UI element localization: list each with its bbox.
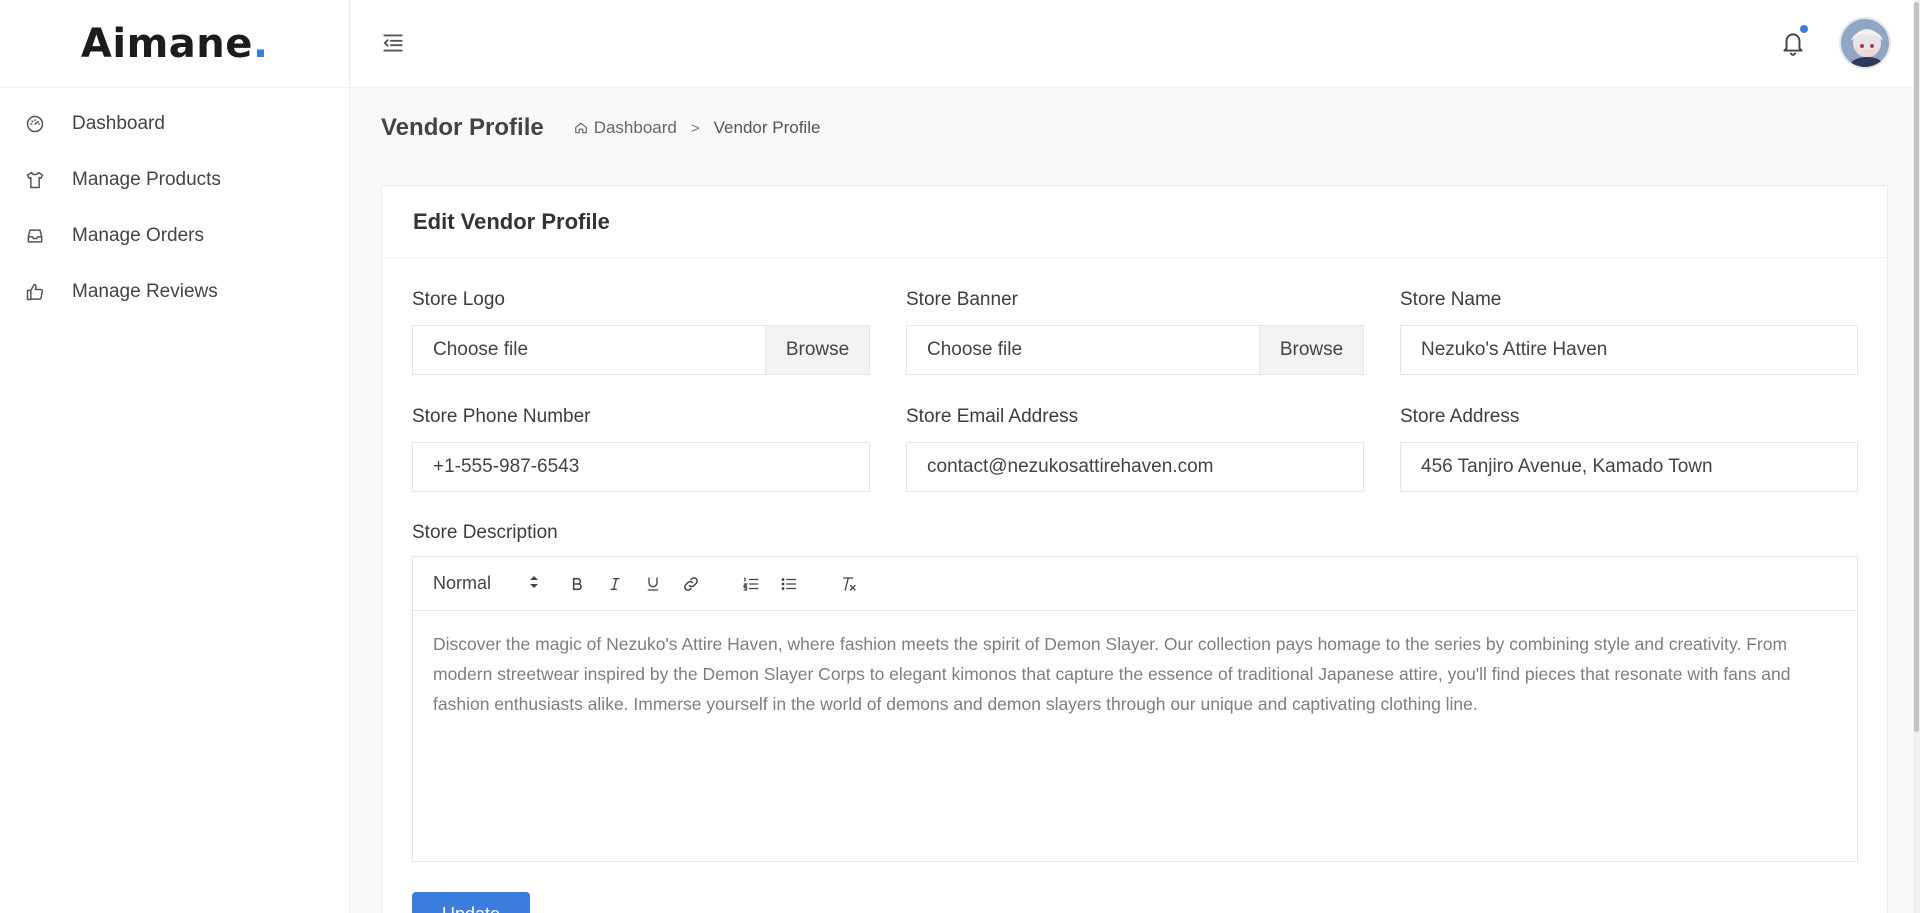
breadcrumb: Dashboard > Vendor Profile (574, 118, 821, 138)
brand-name: Aimane (80, 20, 253, 67)
rich-text-editor: Normal Discover the magic of Nezuko's At… (412, 556, 1858, 862)
brand-logo[interactable]: Aimane. (0, 0, 349, 88)
store-logo-file-input[interactable]: Choose file Browse (412, 325, 870, 375)
store-email-label: Store Email Address (906, 406, 1079, 427)
store-name-label: Store Name (1400, 289, 1502, 310)
home-icon (574, 122, 587, 134)
page-header: Vendor Profile Dashboard > Vendor Profil… (381, 114, 820, 142)
sidebar-item-label: Manage Reviews (72, 281, 218, 302)
user-avatar[interactable] (1839, 17, 1891, 69)
store-phone-field: Store Phone Number +1-555-987-6543 (412, 406, 870, 492)
bold-icon[interactable] (563, 570, 591, 598)
store-description-label-wrap: Store Description (412, 522, 870, 558)
sidebar: Aimane. Dashboard Manage Products Manage… (0, 0, 350, 913)
store-description-editor[interactable]: Discover the magic of Nezuko's Attire Ha… (413, 611, 1857, 737)
text-format-select[interactable]: Normal (433, 573, 543, 594)
breadcrumb-home-label: Dashboard (593, 118, 677, 137)
sidebar-item-label: Manage Orders (72, 225, 205, 246)
sidebar-nav: Dashboard Manage Products Manage Orders … (0, 88, 349, 320)
store-banner-browse-button[interactable]: Browse (1259, 326, 1363, 374)
text-format-value: Normal (433, 573, 492, 593)
breadcrumb-home-link[interactable]: Dashboard (574, 118, 677, 138)
store-name-input[interactable]: Nezuko's Attire Haven (1400, 325, 1858, 375)
clear-formatting-icon[interactable] (835, 570, 863, 598)
store-email-field: Store Email Address contact@nezukosattir… (906, 406, 1364, 492)
underline-icon[interactable] (639, 570, 667, 598)
store-phone-label: Store Phone Number (412, 406, 591, 427)
tshirt-icon (24, 169, 46, 191)
update-button[interactable]: Update (412, 892, 530, 913)
store-banner-file-input[interactable]: Choose file Browse (906, 325, 1364, 375)
bullet-list-icon[interactable] (775, 570, 803, 598)
italic-icon[interactable] (601, 570, 629, 598)
store-name-field: Store Name Nezuko's Attire Haven (1400, 289, 1858, 375)
sidebar-item-label: Dashboard (72, 113, 165, 134)
breadcrumb-current: Vendor Profile (713, 118, 821, 137)
sidebar-item-manage-reviews[interactable]: Manage Reviews (0, 264, 349, 320)
chevron-right-icon: > (690, 119, 700, 137)
store-email-input[interactable]: contact@nezukosattirehaven.com (906, 442, 1364, 492)
store-logo-browse-button[interactable]: Browse (765, 326, 869, 374)
editor-toolbar: Normal (413, 557, 1857, 611)
store-logo-label: Store Logo (412, 289, 505, 310)
dashboard-gauge-icon (24, 113, 46, 135)
store-banner-file-text[interactable]: Choose file (907, 326, 1259, 374)
notification-bell-icon[interactable] (1780, 25, 1808, 57)
scrollbar-thumb[interactable] (1914, 2, 1919, 732)
link-icon[interactable] (677, 570, 705, 598)
sidebar-item-label: Manage Products (72, 169, 221, 190)
store-address-field: Store Address 456 Tanjiro Avenue, Kamado… (1400, 406, 1858, 492)
card-title: Edit Vendor Profile (413, 208, 610, 234)
thumbs-up-icon (24, 281, 46, 303)
store-address-input[interactable]: 456 Tanjiro Avenue, Kamado Town (1400, 442, 1858, 492)
store-banner-field: Store Banner Choose file Browse (906, 289, 1364, 375)
page-scrollbar[interactable] (1913, 0, 1920, 913)
page-title: Vendor Profile (381, 114, 544, 141)
store-banner-label: Store Banner (906, 289, 1018, 310)
topbar (350, 0, 1920, 88)
card-header: Edit Vendor Profile (382, 186, 1887, 258)
sidebar-item-dashboard[interactable]: Dashboard (0, 96, 349, 152)
store-phone-input[interactable]: +1-555-987-6543 (412, 442, 870, 492)
sidebar-item-manage-products[interactable]: Manage Products (0, 152, 349, 208)
store-logo-field: Store Logo Choose file Browse (412, 289, 870, 375)
inbox-icon (24, 225, 46, 247)
brand-dot: . (252, 20, 269, 67)
store-logo-file-text[interactable]: Choose file (413, 326, 765, 374)
menu-collapse-icon[interactable] (380, 30, 406, 56)
sidebar-item-manage-orders[interactable]: Manage Orders (0, 208, 349, 264)
notification-dot (1800, 25, 1808, 33)
select-arrows-icon (529, 573, 539, 594)
edit-vendor-profile-card: Edit Vendor Profile Store Logo Choose fi… (381, 185, 1888, 913)
store-description-label: Store Description (412, 522, 558, 543)
store-address-label: Store Address (1400, 406, 1520, 427)
ordered-list-icon[interactable] (737, 570, 765, 598)
